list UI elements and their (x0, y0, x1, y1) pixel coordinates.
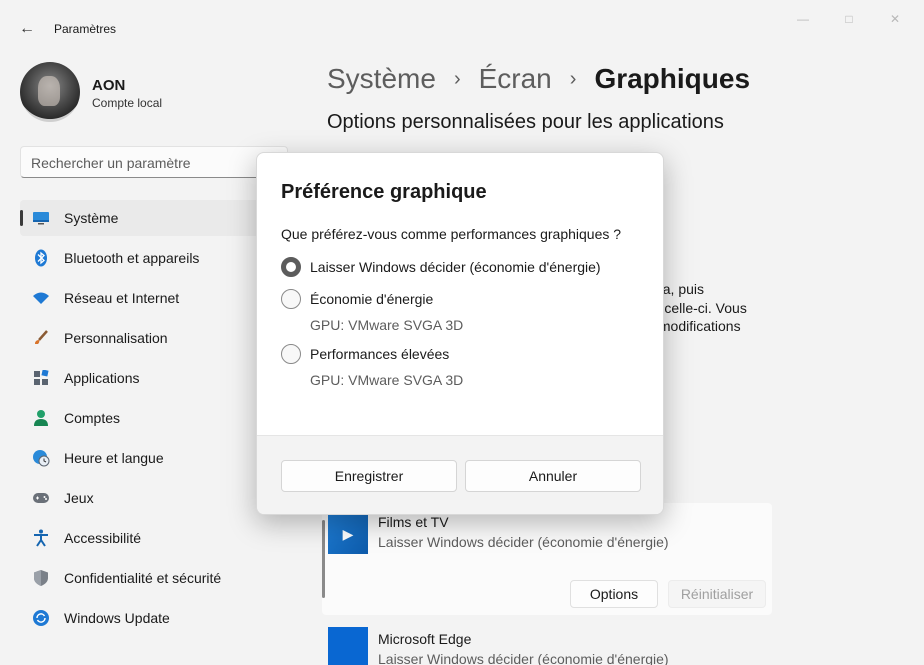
radio-option-power-saving[interactable]: Économie d'énergie (281, 288, 433, 310)
sidebar-item-label: Comptes (64, 410, 121, 426)
sidebar-item-label: Accessibilité (64, 530, 142, 546)
sidebar-item-personnalisation[interactable]: Personnalisation (20, 320, 290, 356)
account-type: Compte local (92, 96, 163, 110)
apps-icon (31, 368, 51, 388)
gamepad-icon (31, 488, 51, 508)
sidebar-item-heure-langue[interactable]: Heure et langue (20, 440, 290, 476)
sidebar-item-reseau[interactable]: Réseau et Internet (20, 280, 290, 316)
radio-button-checked[interactable] (281, 257, 301, 277)
radio-label: Laisser Windows décider (économie d'éner… (310, 259, 601, 275)
sidebar-item-label: Réseau et Internet (64, 290, 180, 306)
accessibility-icon (31, 528, 51, 548)
sidebar-item-applications[interactable]: Applications (20, 360, 290, 396)
chevron-right-icon: › (569, 67, 577, 90)
radio-button[interactable] (281, 289, 301, 309)
search-input[interactable]: Rechercher un paramètre (20, 146, 288, 178)
dialog-footer: Enregistrer Annuler (257, 435, 663, 514)
settings-window: ← Paramètres — □ ✕ AON Compte local Rech… (0, 0, 924, 665)
app-name: Microsoft Edge (378, 631, 472, 647)
radio-label: Économie d'énergie (310, 291, 434, 307)
wifi-icon (31, 288, 51, 308)
sidebar-item-accessibilite[interactable]: Accessibilité (20, 520, 290, 556)
edge-app-icon (328, 627, 368, 665)
sidebar-item-label: Jeux (64, 490, 94, 506)
cancel-button[interactable]: Annuler (465, 460, 641, 492)
sidebar-item-label: Système (64, 210, 119, 226)
radio-option-windows-decide[interactable]: Laisser Windows décider (économie d'éner… (281, 256, 601, 278)
gpu-label: GPU: VMware SVGA 3D (310, 317, 464, 333)
display-icon (31, 208, 51, 228)
dialog-title: Préférence graphique (281, 181, 487, 203)
sidebar-item-comptes[interactable]: Comptes (20, 400, 290, 436)
films-tv-app-icon: ▶ (328, 514, 368, 554)
arrow-left-icon: ← (19, 20, 35, 37)
sidebar-item-label: Bluetooth et appareils (64, 250, 200, 266)
sidebar-item-label: Applications (64, 370, 140, 386)
breadcrumb-item-systeme[interactable]: Système (327, 63, 436, 95)
maximize-button[interactable]: □ (826, 12, 872, 32)
close-button[interactable]: ✕ (872, 12, 918, 32)
person-icon (31, 408, 51, 428)
radio-label: Performances élevées (310, 346, 450, 362)
options-button[interactable]: Options (570, 580, 658, 608)
back-button[interactable]: ← (14, 16, 40, 42)
sidebar-item-label: Heure et langue (64, 450, 164, 466)
reset-button[interactable]: Réinitialiser (668, 580, 766, 608)
sidebar-item-label: Windows Update (64, 610, 170, 626)
avatar[interactable] (20, 62, 80, 122)
app-name: Films et TV (378, 514, 449, 530)
sidebar-item-systeme[interactable]: Système (20, 200, 290, 236)
app-preference: Laisser Windows décider (économie d'éner… (378, 651, 669, 665)
update-icon (31, 608, 51, 628)
save-button[interactable]: Enregistrer (281, 460, 457, 492)
brush-icon (31, 328, 51, 348)
bluetooth-icon (31, 248, 51, 268)
sidebar-item-bluetooth[interactable]: Bluetooth et appareils (20, 240, 290, 276)
page-title: Graphiques (594, 63, 751, 94)
globe-clock-icon (31, 448, 51, 468)
search-placeholder: Rechercher un paramètre (31, 155, 191, 171)
radio-option-high-performance[interactable]: Performances élevées (281, 343, 449, 365)
app-preference: Laisser Windows décider (économie d'éner… (378, 534, 669, 550)
sidebar-item-label: Personnalisation (64, 330, 168, 346)
user-name: AON (92, 77, 126, 94)
shield-icon (31, 568, 51, 588)
app-title: Paramètres (54, 22, 117, 36)
minimize-button[interactable]: — (780, 12, 826, 32)
title-bar: ← Paramètres — □ ✕ (0, 0, 924, 46)
radio-button[interactable] (281, 344, 301, 364)
sidebar-nav: Système Bluetooth et appareils Réseau et… (20, 200, 290, 640)
scrollbar[interactable] (322, 520, 325, 598)
graphics-preference-dialog: Préférence graphique Que préférez-vous c… (256, 152, 664, 515)
chevron-right-icon: › (453, 67, 461, 90)
section-title: Options personnalisées pour les applicat… (327, 111, 724, 133)
sidebar-item-jeux[interactable]: Jeux (20, 480, 290, 516)
breadcrumb: Système › Écran › Graphiques (327, 63, 750, 95)
sidebar-item-label: Confidentialité et sécurité (64, 570, 222, 586)
sidebar-item-confidentialite[interactable]: Confidentialité et sécurité (20, 560, 290, 596)
dialog-question: Que préférez-vous comme performances gra… (281, 226, 622, 242)
sidebar-item-windows-update[interactable]: Windows Update (20, 600, 290, 636)
breadcrumb-item-ecran[interactable]: Écran (479, 63, 552, 95)
gpu-label: GPU: VMware SVGA 3D (310, 372, 464, 388)
